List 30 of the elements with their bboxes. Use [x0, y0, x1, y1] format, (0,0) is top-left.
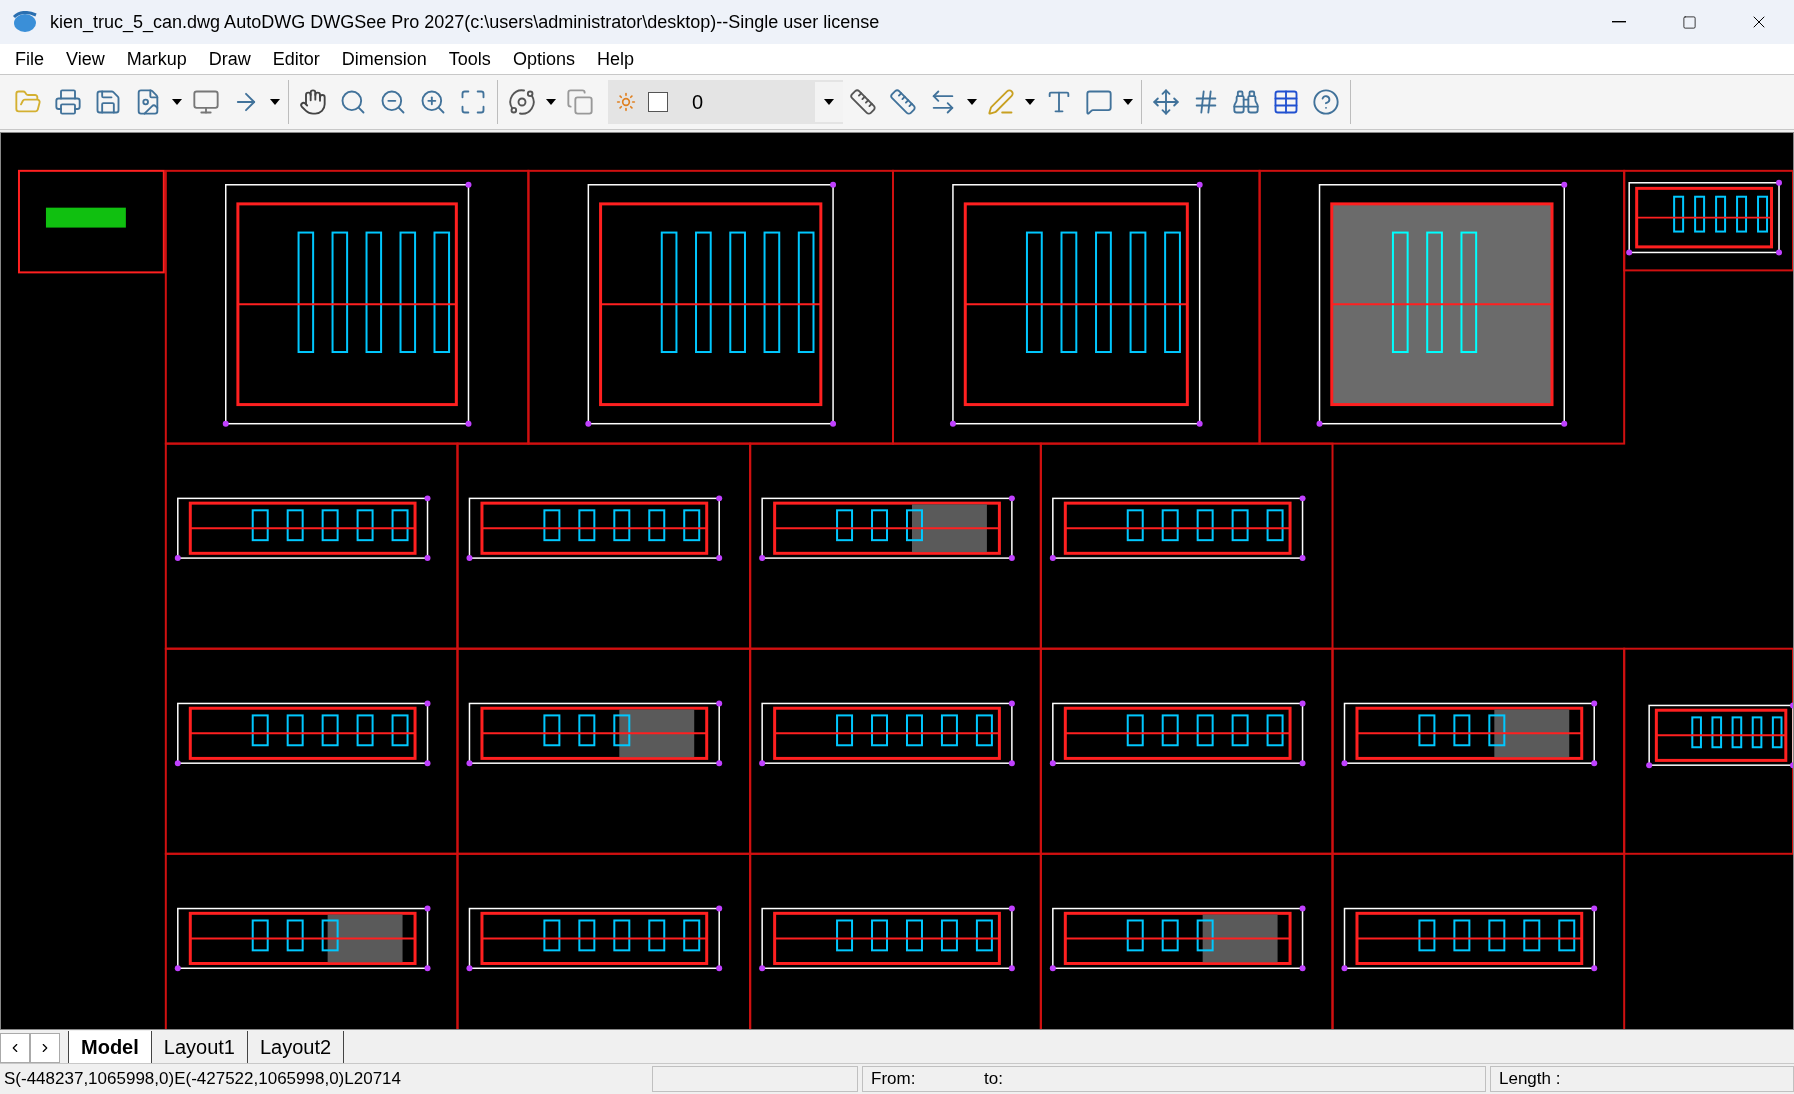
coordinates-readout: S(-448237,1065998,0)E(-427522,1065998,0)L20714: [3, 1068, 402, 1091]
layout-tab[interactable]: Layout1: [151, 1031, 248, 1063]
maximize-icon: [1681, 14, 1697, 30]
caret-icon[interactable]: [1025, 99, 1035, 105]
caret-icon[interactable]: [172, 99, 182, 105]
menu-item[interactable]: View: [55, 45, 116, 73]
to-label: to:: [984, 1068, 1003, 1091]
menu-item[interactable]: Markup: [115, 45, 198, 73]
menu-item[interactable]: Editor: [261, 45, 331, 73]
window-title: kien_truc_5_can.dwg AutoDWG DWGSee Pro 2027(c:\users\administrator\desktop)--Single user license: [50, 10, 880, 35]
menu-item[interactable]: Options: [501, 45, 586, 73]
caret-icon[interactable]: [824, 99, 834, 105]
menu-item[interactable]: File: [4, 45, 55, 73]
layout-tab[interactable]: Model: [68, 1031, 152, 1063]
caret-icon[interactable]: [270, 99, 280, 105]
layout-tab[interactable]: Layout2: [247, 1031, 345, 1063]
length-label: Length :: [1499, 1068, 1561, 1091]
layer-sun-icon: [616, 92, 636, 112]
minimize-icon: [1612, 21, 1626, 23]
menu-item[interactable]: Tools: [437, 45, 502, 73]
caret-icon[interactable]: [1123, 99, 1133, 105]
layer-dropdown[interactable]: 0: [608, 80, 843, 124]
layer-checkbox[interactable]: [648, 92, 668, 112]
caret-icon[interactable]: [546, 99, 556, 105]
caret-icon[interactable]: [967, 99, 977, 105]
from-label: From:: [871, 1068, 917, 1091]
app-icon: [12, 11, 38, 33]
menu-item[interactable]: Draw: [197, 45, 262, 73]
menu-item[interactable]: Dimension: [330, 45, 438, 73]
menu-item[interactable]: Help: [585, 45, 645, 73]
